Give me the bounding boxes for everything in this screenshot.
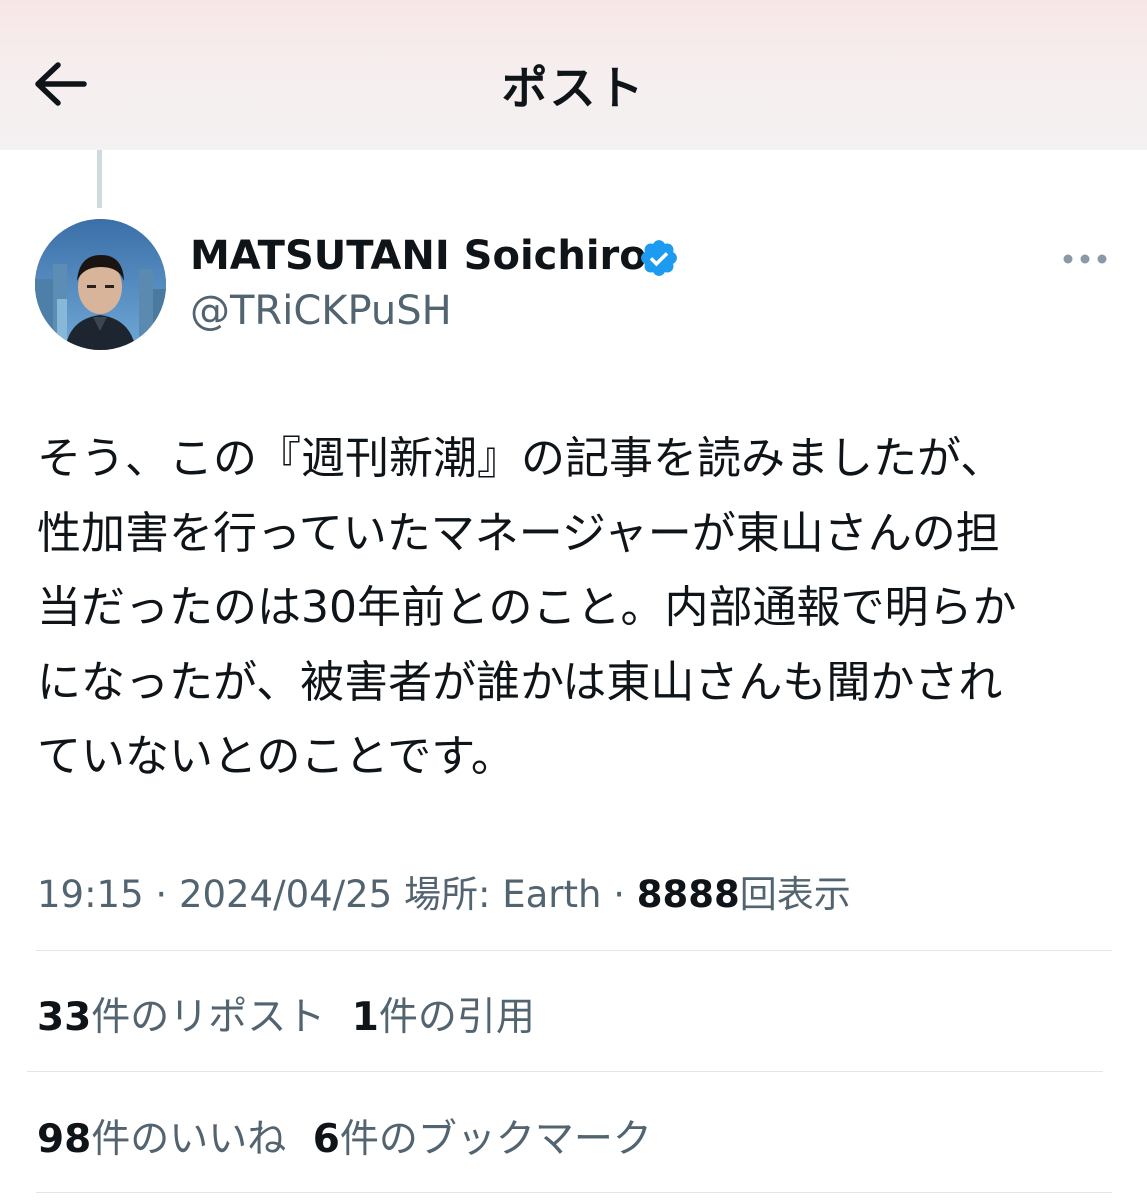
separator-dot: ·: [613, 873, 625, 916]
post-date[interactable]: 2024/04/25: [179, 873, 392, 916]
more-options-button[interactable]: [1058, 244, 1114, 274]
post-location: 場所: Earth: [403, 873, 602, 916]
post-text-line: になったが、被害者が誰かは東山さんも聞かされ: [37, 656, 1003, 708]
post-text-line: ていないとのことです。: [37, 731, 515, 782]
divider: [36, 950, 1112, 951]
bookmarks-count: 6: [312, 1117, 340, 1162]
bookmarks-label: 件のブックマーク: [339, 1117, 652, 1162]
page-title: ポスト: [501, 61, 646, 115]
reposts-label: 件のリポスト: [91, 995, 326, 1040]
author-handle[interactable]: @TRiCKPuSH: [190, 288, 452, 334]
divider: [27, 1071, 1103, 1072]
top-bar: ポスト: [0, 0, 1147, 150]
more-horizontal-icon: [1063, 254, 1107, 264]
divider: [36, 1192, 1112, 1193]
like-stats-row: 98件のいいね 6件のブックマーク: [37, 1108, 652, 1164]
avatar[interactable]: [35, 219, 166, 350]
post-text-line: 当だったのは30年前とのこと。内部通報で明らか: [37, 582, 1017, 633]
likes-link[interactable]: 98件のいいね: [37, 1108, 286, 1164]
verified-badge-icon: [641, 240, 677, 276]
profile-photo: [35, 219, 166, 350]
repost-stats-row: 33件のリポスト 1件の引用: [37, 986, 535, 1042]
post-text-line: そう、この『週刊新潮』の記事を読みましたが、: [37, 433, 1005, 484]
post-text-line: 性加害を行っていたマネージャーが東山さんの担: [37, 507, 1000, 559]
separator-dot: ·: [155, 873, 168, 916]
post-text: そう、この『週刊新潮』の記事を読みましたが、 性加害を行っていたマネージャーが東…: [37, 422, 1117, 795]
reposts-link[interactable]: 33件のリポスト: [37, 986, 325, 1042]
likes-count: 98: [37, 1117, 92, 1162]
views-count: 8888: [636, 873, 740, 916]
author-display-name[interactable]: MATSUTANI Soichiro: [190, 233, 647, 279]
quotes-link[interactable]: 1件の引用: [352, 986, 535, 1042]
thread-connector-line: [97, 150, 102, 208]
likes-label: 件のいいね: [91, 1117, 287, 1162]
bookmarks-link[interactable]: 6件のブックマーク: [313, 1108, 652, 1164]
post-time[interactable]: 19:15: [37, 873, 144, 916]
quotes-label: 件の引用: [378, 995, 535, 1040]
quotes-count: 1: [351, 995, 379, 1040]
reposts-count: 33: [37, 995, 92, 1040]
views-label: 回表示: [739, 873, 851, 916]
post-metadata: 19:15 · 2024/04/25 場所: Earth · 8888回表示: [37, 864, 851, 918]
